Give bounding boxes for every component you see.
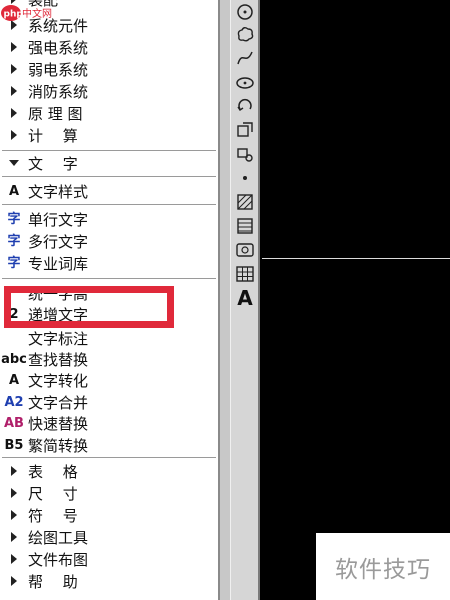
rotate-tool-icon[interactable] (233, 94, 257, 118)
expand-arrow-icon (0, 554, 28, 564)
panel-splitter[interactable] (220, 0, 230, 600)
menu-group-item[interactable]: 符 号 (0, 504, 216, 526)
menu-divider (2, 457, 216, 458)
text-menu-item[interactable]: A 文字样式 (0, 180, 216, 202)
point-tool-icon[interactable] (233, 166, 257, 190)
text-style-icon: A (8, 183, 20, 199)
gradient-hatch-tool-icon[interactable] (233, 214, 257, 238)
menu-item-label: 强电系统 (28, 38, 89, 57)
simplified-traditional-icon: B5 (4, 437, 24, 453)
menu-group-item[interactable]: 计 算 (0, 124, 216, 146)
text-menu-item[interactable]: AB 快速替换 (0, 412, 216, 434)
text-menu-item[interactable]: B5 繁简转换 (0, 434, 216, 456)
text-menu-item[interactable]: abc 查找替换 (0, 348, 216, 370)
menu-item-label: 弱电系统 (28, 60, 89, 79)
menu-group-item[interactable]: 强电系统 (0, 36, 216, 58)
professional-vocabulary-icon: 字 (7, 255, 21, 271)
menu-item-label: 计 算 (28, 126, 78, 145)
cloud-tool-icon[interactable] (233, 22, 257, 46)
menu-item-label: 尺 寸 (28, 484, 78, 503)
menu-group-item[interactable]: 消防系统 (0, 80, 216, 102)
menu-group-item[interactable]: 尺 寸 (0, 482, 216, 504)
text-convert-icon: A (8, 372, 20, 388)
menu-item-label: 原 理 图 (28, 104, 83, 123)
menu-item-label: 消防系统 (28, 82, 89, 101)
text-menu-item[interactable]: 字单行文字 (0, 208, 216, 230)
collapse-arrow-icon (0, 160, 28, 166)
expand-arrow-icon (0, 466, 28, 476)
menu-item-label: 符 号 (28, 506, 78, 525)
menu-group-item[interactable]: 文件布图 (0, 548, 216, 570)
menu-group-item[interactable]: 表 格 (0, 460, 216, 482)
menu-divider (2, 278, 216, 279)
menu-group-item[interactable]: 原 理 图 (0, 102, 216, 124)
expand-arrow-icon (0, 86, 28, 96)
spline-tool-icon[interactable] (233, 46, 257, 70)
text-menu-item[interactable]: A 文字转化 (0, 369, 216, 391)
text-merge-icon: A2 (4, 394, 24, 410)
table-tool-icon[interactable] (233, 262, 257, 286)
menu-group-text[interactable]: 文 字 (0, 152, 216, 174)
expand-arrow-icon (0, 510, 28, 520)
ellipse-tool-icon[interactable] (233, 70, 257, 94)
menu-item-label: 文字合并 (28, 393, 89, 412)
expand-arrow-icon (0, 42, 28, 52)
copy-tool-icon[interactable] (233, 118, 257, 142)
menu-item-label: 多行文字 (28, 232, 89, 251)
menu-item-label: 专业词库 (28, 254, 89, 273)
menu-item-label: 单行文字 (28, 210, 89, 229)
highlight-box (4, 286, 174, 328)
logo-name: 中文网 (22, 7, 52, 20)
text-menu-item[interactable]: 字专业词库 (0, 252, 216, 274)
quick-replace-icon: AB (4, 415, 24, 431)
menu-item-label: 查找替换 (28, 350, 89, 369)
menu-group-item[interactable]: 帮 助 (0, 570, 216, 592)
move-tool-icon[interactable] (233, 142, 257, 166)
menu-group-item[interactable]: 绘图工具 (0, 526, 216, 548)
text-menu-item[interactable]: 文字标注 (0, 327, 216, 349)
multiline-text-tool-icon[interactable]: A (233, 286, 257, 310)
menu-divider (2, 150, 216, 151)
find-replace-icon: abc (1, 351, 27, 367)
multi-line-text-icon: 字 (7, 233, 21, 249)
menu-item-label: 文字标注 (28, 329, 89, 348)
hatch-tool-icon[interactable] (233, 190, 257, 214)
menu-item-label: 帮 助 (28, 572, 78, 591)
single-line-text-icon: 字 (7, 211, 21, 227)
menu-group-label: 文 字 (28, 154, 78, 173)
menu-item-label: 文字转化 (28, 371, 89, 390)
expand-arrow-icon (0, 64, 28, 74)
expand-arrow-icon (0, 532, 28, 542)
menu-divider (2, 204, 216, 205)
menu-item-label: 绘图工具 (28, 528, 89, 547)
crosshair-line (262, 258, 450, 259)
menu-item-label: 繁简转换 (28, 436, 89, 455)
menu-group-item[interactable]: 弱电系统 (0, 58, 216, 80)
draw-toolbar: A (230, 0, 260, 600)
circle-tool-icon[interactable] (233, 0, 257, 24)
screen-menu-panel: 装配 系统元件强电系统弱电系统消防系统原 理 图计 算 文 字 A文字样式字单行… (0, 0, 220, 600)
expand-arrow-icon (0, 130, 28, 140)
logo-badge: php (4, 10, 24, 20)
menu-item-label: 表 格 (28, 462, 78, 481)
menu-item-label: 快速替换 (28, 414, 89, 433)
boundary-tool-icon[interactable] (233, 238, 257, 262)
drawing-canvas[interactable] (262, 0, 450, 600)
menu-item-label: 文字样式 (28, 182, 89, 201)
menu-item-label: 文件布图 (28, 550, 89, 569)
expand-arrow-icon (0, 108, 28, 118)
expand-arrow-icon (0, 488, 28, 498)
watermark: 软件技巧 (316, 533, 450, 600)
text-menu-item[interactable]: A2 文字合并 (0, 391, 216, 413)
text-menu-item[interactable]: 字多行文字 (0, 230, 216, 252)
php-site-logo: php 中文网 (0, 0, 58, 26)
expand-arrow-icon (0, 576, 28, 586)
menu-divider (2, 176, 216, 177)
